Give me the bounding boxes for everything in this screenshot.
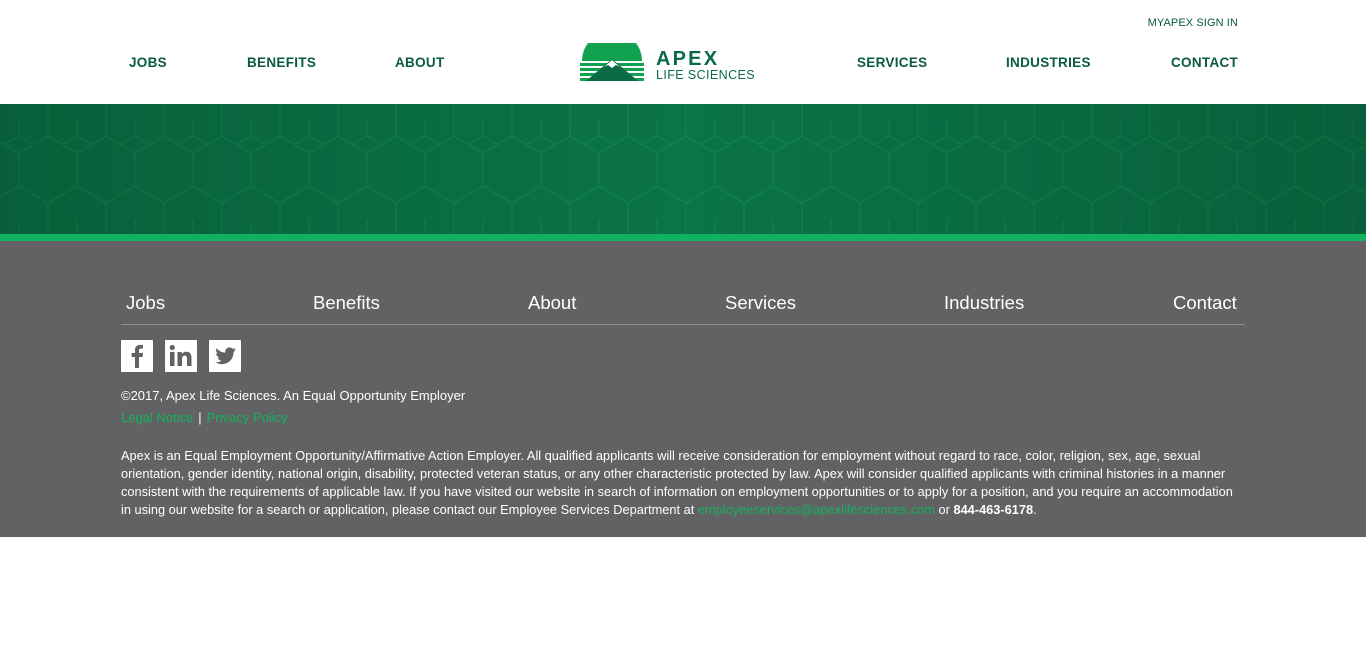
footer-nav-contact[interactable]: Contact (1173, 292, 1237, 314)
legal-notice-link[interactable]: Legal Notice (121, 410, 193, 425)
logo-wordmark: APEX (656, 48, 720, 70)
phone-number: 844-463-6178 (953, 502, 1034, 517)
footer-nav-benefits[interactable]: Benefits (313, 292, 380, 314)
nav-about[interactable]: ABOUT (395, 55, 445, 70)
linkedin-icon[interactable] (165, 340, 197, 372)
legal-separator: | (198, 410, 202, 425)
disclaimer-end: . (1033, 502, 1037, 517)
site-footer: Jobs Benefits About Services Industries … (0, 241, 1366, 537)
footer-nav-about[interactable]: About (528, 292, 576, 314)
hero-banner (0, 104, 1366, 234)
twitter-icon[interactable] (209, 340, 241, 372)
apex-logo[interactable]: APEX LIFE SCIENCES (578, 43, 790, 83)
site-header: MYAPEX SIGN IN JOBS BENEFITS ABOUT APEX … (0, 0, 1366, 104)
nav-industries[interactable]: INDUSTRIES (1006, 55, 1091, 70)
employee-services-email-link[interactable]: employeeservices@apexlifesciences.com (698, 502, 935, 517)
copyright-text: ©2017, Apex Life Sciences. An Equal Oppo… (121, 388, 466, 403)
facebook-icon[interactable] (121, 340, 153, 372)
privacy-policy-link[interactable]: Privacy Policy (207, 410, 288, 425)
footer-divider (121, 324, 1245, 325)
footer-nav-services[interactable]: Services (725, 292, 796, 314)
apex-mountain-icon (580, 43, 644, 81)
disclaimer-text: Apex is an Equal Employment Opportunity/… (121, 448, 1233, 517)
logo-tagline: LIFE SCIENCES (656, 68, 755, 82)
banner-accent-bar (0, 234, 1366, 241)
legal-links: Legal Notice | Privacy Policy (121, 410, 288, 425)
eeo-disclaimer: Apex is an Equal Employment Opportunity/… (121, 447, 1245, 519)
disclaimer-or: or (938, 502, 950, 517)
footer-nav-industries[interactable]: Industries (944, 292, 1024, 314)
hexagon-pattern (0, 104, 1366, 234)
nav-benefits[interactable]: BENEFITS (247, 55, 316, 70)
myapex-signin-link[interactable]: MYAPEX SIGN IN (1120, 17, 1238, 29)
footer-nav-jobs[interactable]: Jobs (126, 292, 165, 314)
nav-contact[interactable]: CONTACT (1171, 55, 1238, 70)
nav-services[interactable]: SERVICES (857, 55, 927, 70)
nav-jobs[interactable]: JOBS (129, 55, 167, 70)
